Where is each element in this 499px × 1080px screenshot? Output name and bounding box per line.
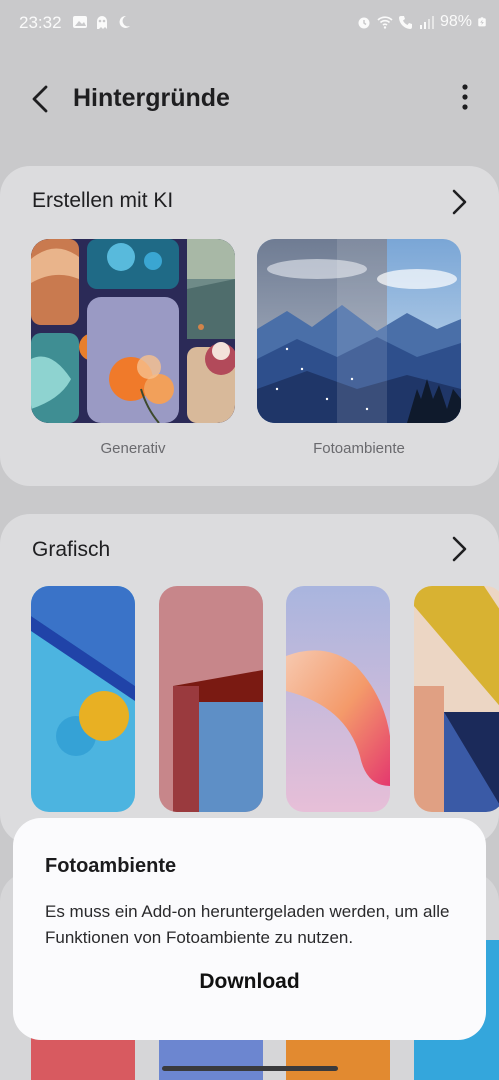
graphic-wallpaper-geometric[interactable] <box>414 586 499 812</box>
gallery-icon <box>73 16 87 28</box>
geometric-shapes-image <box>414 586 499 812</box>
graphic-wallpaper-pink[interactable] <box>159 586 263 812</box>
signal-icon <box>419 16 434 29</box>
battery-icon <box>478 17 486 27</box>
addon-download-dialog: Fotoambiente Es muss ein Add-on herunter… <box>13 818 486 1040</box>
graphic-section-card: Grafisch <box>0 514 499 844</box>
graphic-wallpaper-gradient[interactable] <box>286 586 390 812</box>
mountain-landscape-image <box>257 239 461 423</box>
status-left-icons <box>72 14 132 30</box>
dialog-title: Fotoambiente <box>45 855 177 877</box>
home-indicator[interactable] <box>162 1066 338 1071</box>
wifi-call-icon <box>398 16 412 29</box>
generative-collage-image <box>31 239 235 423</box>
more-options-icon[interactable] <box>455 80 475 114</box>
graphic-section-title[interactable]: Grafisch <box>32 538 110 562</box>
page-title: Hintergründe <box>73 84 230 112</box>
status-bar: 23:32 98% <box>0 0 499 46</box>
status-time: 23:32 <box>19 13 62 32</box>
generative-wallpaper-tile[interactable] <box>31 239 235 423</box>
generative-label: Generativ <box>100 440 166 457</box>
chevron-right-icon[interactable] <box>447 534 471 564</box>
battery-percent: 98% <box>439 13 472 30</box>
ghost-icon <box>97 16 107 29</box>
pink-doorway-image <box>159 586 263 812</box>
download-button[interactable]: Download <box>13 970 486 994</box>
ai-section-title[interactable]: Erstellen mit KI <box>32 189 173 213</box>
wifi-icon <box>377 16 393 29</box>
blue-pool-image <box>31 586 135 812</box>
alarm-icon <box>358 17 370 29</box>
photo-ambient-wallpaper-tile[interactable] <box>257 239 461 423</box>
moon-icon <box>119 15 130 28</box>
gradient-wave-image <box>286 586 390 812</box>
dialog-message: Es muss ein Add-on heruntergeladen werde… <box>45 902 450 947</box>
app-bar: Hintergründe <box>0 70 499 130</box>
chevron-right-icon[interactable] <box>447 187 471 217</box>
status-right: 98% <box>356 13 487 31</box>
ai-section-card: Erstellen mit KI Generativ Fotoambiente <box>0 166 499 486</box>
back-arrow-icon[interactable] <box>24 82 58 116</box>
graphic-wallpaper-blue[interactable] <box>31 586 135 812</box>
photo-ambient-label: Fotoambiente <box>313 440 405 457</box>
